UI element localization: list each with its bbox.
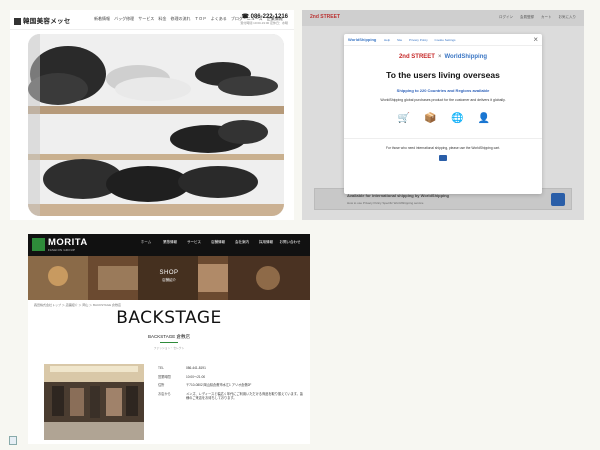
info-key: TEL bbox=[158, 366, 164, 370]
logo-text: 韓国美容メッセ bbox=[23, 17, 71, 25]
hero-subtitle: 店舗紹介 bbox=[162, 278, 176, 282]
info-value: 10:00～21:00 bbox=[186, 374, 206, 379]
broken-image-icon bbox=[9, 436, 17, 445]
info-row: 営業時間 10:00～21:00 bbox=[158, 375, 304, 379]
close-icon[interactable]: × bbox=[533, 35, 538, 44]
site-logo[interactable]: 2nd STREET bbox=[310, 14, 340, 20]
nav-item[interactable]: ＴＯＰ bbox=[195, 16, 207, 21]
cart-link[interactable]: カート bbox=[541, 15, 552, 19]
modal-title: To the users living overseas bbox=[386, 70, 500, 80]
nav-item[interactable]: 採用情報 bbox=[254, 240, 278, 245]
logo-subtext: FASHION GROUP bbox=[48, 248, 76, 252]
info-row: 住所 〒710-0802 岡山県倉敷市水江1 アリオ倉敷2F bbox=[158, 383, 304, 387]
brand-right: WorldShipping bbox=[444, 54, 488, 60]
nav-item[interactable]: 修理の流れ bbox=[171, 16, 191, 21]
globe-icon: 🌐 bbox=[451, 113, 464, 124]
modal-topbar: WorldShipping Help Site Privacy Policy C… bbox=[344, 34, 542, 46]
logo-icon bbox=[14, 17, 21, 25]
process-icons: 🛒 📦 🌐 👤 bbox=[396, 112, 492, 128]
store-subtitle: BACKSTAGE 倉敷店 bbox=[148, 334, 190, 339]
store-title: BACKSTAGE bbox=[116, 308, 222, 328]
shipping-info: Shipping to 220 Countries and Regions av… bbox=[396, 88, 490, 93]
divider bbox=[344, 138, 542, 139]
nav-item[interactable]: 会社案内 bbox=[230, 240, 254, 245]
nav-item[interactable]: よくある bbox=[211, 16, 227, 21]
store-category: ファッション・セレクト bbox=[153, 346, 185, 350]
store-photo bbox=[44, 364, 144, 440]
modal-footer-text: For those who need international shippin… bbox=[385, 146, 501, 150]
info-row: TEL 086-441-8191 bbox=[158, 366, 304, 370]
title-underline bbox=[160, 342, 178, 343]
info-key: 営業時間 bbox=[158, 374, 171, 379]
info-key: 住所 bbox=[158, 383, 165, 387]
info-value[interactable]: 086-441-8191 bbox=[186, 366, 304, 370]
ws-label: WorldShipping bbox=[348, 37, 377, 42]
header-icons: ログイン 会員登録 カート お気に入り bbox=[493, 15, 576, 20]
cookie-link[interactable]: Cookie Settings bbox=[435, 38, 456, 42]
site-header: MORITA FASHION GROUP ホーム 業態情報 サービス 店舗情報 … bbox=[28, 234, 310, 256]
logo-text[interactable]: MORITA bbox=[48, 237, 88, 248]
modal-description: WorldShipping global purchases product f… bbox=[380, 98, 506, 102]
nav-item[interactable]: 新着情報 bbox=[94, 16, 110, 21]
nav-item[interactable]: 料金 bbox=[158, 16, 166, 21]
site-link[interactable]: Site bbox=[397, 38, 402, 42]
morita-logo-icon[interactable] bbox=[32, 238, 45, 251]
cart-icon: 🛒 bbox=[397, 113, 411, 124]
cart-icon[interactable] bbox=[551, 193, 565, 206]
info-value: メンズ、レディースと幅広く年代にご利用いただける商品を取り揃えています。皆様のご… bbox=[186, 391, 303, 400]
nav-item[interactable]: お問い合わせ bbox=[278, 240, 302, 245]
package-icon: 📦 bbox=[424, 113, 437, 124]
brand-x: × bbox=[437, 54, 442, 60]
store-info-table: TEL 086-441-8191 営業時間 10:00～21:00 住所 〒710-0… bbox=[158, 366, 304, 404]
nav-item[interactable]: サービス bbox=[182, 240, 206, 245]
modal-links: Help Site Privacy Policy Cookie Settings bbox=[384, 38, 462, 42]
breadcrumb[interactable]: 森田株式会社トップ ＞ 店舗紹介 ＞ 岡山 ＞ BACKSTAGE 倉敷店 bbox=[34, 303, 121, 307]
register-link[interactable]: 会員登録 bbox=[520, 15, 534, 19]
ws-cart-icon[interactable] bbox=[439, 155, 447, 161]
phone-number[interactable]: ☎ 086-222-1216 bbox=[241, 13, 288, 20]
nav-home[interactable]: ホーム bbox=[134, 240, 158, 245]
bar-links[interactable]: How to use Privacy Policy Specific World… bbox=[347, 201, 423, 205]
nav-item[interactable]: サービス bbox=[138, 16, 154, 21]
brand-lockup: 2nd STREET × WorldShipping bbox=[344, 54, 542, 60]
shoe-shop-screenshot: 韓国美容メッセ 新着情報 バッグ修理 サービス 料金 修理の流れ ＴＯＰ よくあ… bbox=[10, 10, 294, 220]
nav-item[interactable]: バッグ修理 bbox=[114, 16, 134, 21]
privacy-link[interactable]: Privacy Policy bbox=[409, 38, 428, 42]
morita-screenshot: MORITA FASHION GROUP ホーム 業態情報 サービス 店舗情報 … bbox=[28, 234, 310, 444]
help-link[interactable]: Help bbox=[384, 38, 390, 42]
site-logo[interactable]: 韓国美容メッセ bbox=[14, 15, 71, 25]
site-header: 韓国美容メッセ 新着情報 バッグ修理 サービス 料金 修理の流れ ＴＯＰ よくあ… bbox=[10, 10, 294, 30]
site-header: 2nd STREET ログイン 会員登録 カート お気に入り bbox=[302, 10, 584, 26]
info-row: お店から メンズ、レディースと幅広く年代にご利用いただける商品を取り揃えています。… bbox=[158, 392, 304, 400]
phone-hours: 受付時間 10:00-19:00 定休日：水曜 bbox=[240, 21, 288, 25]
shoe-shelf-photo bbox=[28, 34, 284, 216]
brand-left: 2nd STREET bbox=[398, 54, 435, 60]
login-link[interactable]: ログイン bbox=[499, 15, 513, 19]
overseas-modal: WorldShipping Help Site Privacy Policy C… bbox=[344, 34, 542, 194]
hero-title: SHOP bbox=[159, 270, 179, 276]
info-value: 〒710-0802 岡山県倉敷市水江1 アリオ倉敷2F bbox=[186, 383, 252, 387]
hero-banner: SHOP 店舗紹介 bbox=[28, 256, 310, 300]
nav-item[interactable]: 店舗情報 bbox=[206, 240, 230, 245]
person-icon: 👤 bbox=[477, 113, 491, 124]
nav-item[interactable]: 業態情報 bbox=[158, 240, 182, 245]
main-nav: ホーム 業態情報 サービス 店舗情報 会社案内 採用情報 お問い合わせ bbox=[134, 240, 302, 245]
phone-text: 086-222-1216 bbox=[250, 14, 288, 20]
2nd-street-screenshot: 2nd STREET ログイン 会員登録 カート お気に入り Available… bbox=[302, 10, 584, 220]
favorites-link[interactable]: お気に入り bbox=[559, 15, 577, 19]
info-key: お店から bbox=[158, 391, 171, 396]
